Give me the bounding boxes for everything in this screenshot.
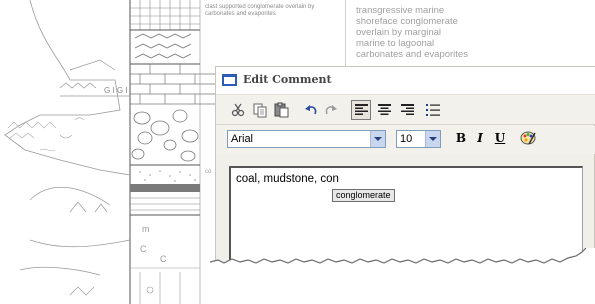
undo-button[interactable] — [301, 100, 321, 120]
underline-button[interactable]: U — [492, 131, 508, 145]
palette-icon — [520, 131, 536, 145]
copy-button[interactable] — [250, 100, 270, 120]
svg-text:m: m — [142, 224, 150, 234]
dialog-title: Edit Comment — [243, 73, 332, 86]
font-family-dropdown-button[interactable] — [370, 131, 385, 147]
font-size-select[interactable]: 10 — [396, 130, 441, 148]
interpretation-line: carbonates and evaporites — [356, 49, 468, 60]
comment-text: coal, mudstone, con — [236, 173, 339, 185]
autocomplete-suggestion[interactable]: conglomerate — [332, 189, 395, 202]
align-center-icon — [377, 104, 391, 115]
redo-button[interactable] — [321, 100, 341, 120]
format-toolbar: Arial 10 B I U — [216, 126, 595, 154]
cut-button[interactable] — [228, 100, 248, 120]
align-left-button[interactable] — [351, 100, 371, 120]
bold-button[interactable]: B — [453, 131, 469, 145]
interpretation-line: overlain by marginal — [356, 27, 442, 38]
truncated-note: co — [205, 169, 212, 175]
interpretation-text: transgressive marine shoreface conglomer… — [356, 5, 468, 60]
bullet-list-button[interactable] — [423, 100, 443, 120]
chevron-down-icon — [429, 137, 437, 141]
edit-toolbar — [216, 95, 595, 125]
svg-text:C: C — [160, 254, 167, 264]
redo-icon — [325, 105, 337, 115]
chevron-down-icon — [374, 137, 382, 141]
gypsum-label: G I G I — [104, 86, 128, 95]
font-size-dropdown-button[interactable] — [425, 131, 440, 147]
align-right-icon — [400, 104, 414, 115]
dialog-title-bar[interactable]: Edit Comment — [216, 67, 595, 95]
align-left-icon — [354, 104, 368, 115]
window-icon — [222, 74, 237, 86]
undo-icon — [305, 105, 317, 115]
paste-icon — [274, 102, 289, 118]
copy-icon — [253, 103, 266, 117]
color-palette-button[interactable] — [518, 128, 538, 148]
font-size-value: 10 — [400, 133, 413, 145]
interpretation-line: shoreface conglomerate — [356, 16, 458, 27]
font-family-value: Arial — [231, 133, 254, 145]
lithology-description-small: clast supported conglomerate overlain by… — [205, 4, 315, 17]
interpretation-line: marine to lagoonal — [356, 38, 435, 49]
bullet-list-icon — [426, 104, 440, 116]
align-center-button[interactable] — [374, 100, 394, 120]
scissors-icon — [231, 103, 245, 117]
font-family-select[interactable]: Arial — [227, 130, 386, 148]
align-right-button[interactable] — [397, 100, 417, 120]
svg-text:C: C — [140, 244, 147, 254]
torn-edge — [210, 248, 595, 304]
italic-button[interactable]: I — [472, 131, 488, 145]
paste-button[interactable] — [272, 100, 292, 120]
interpretation-line: transgressive marine — [356, 5, 445, 16]
